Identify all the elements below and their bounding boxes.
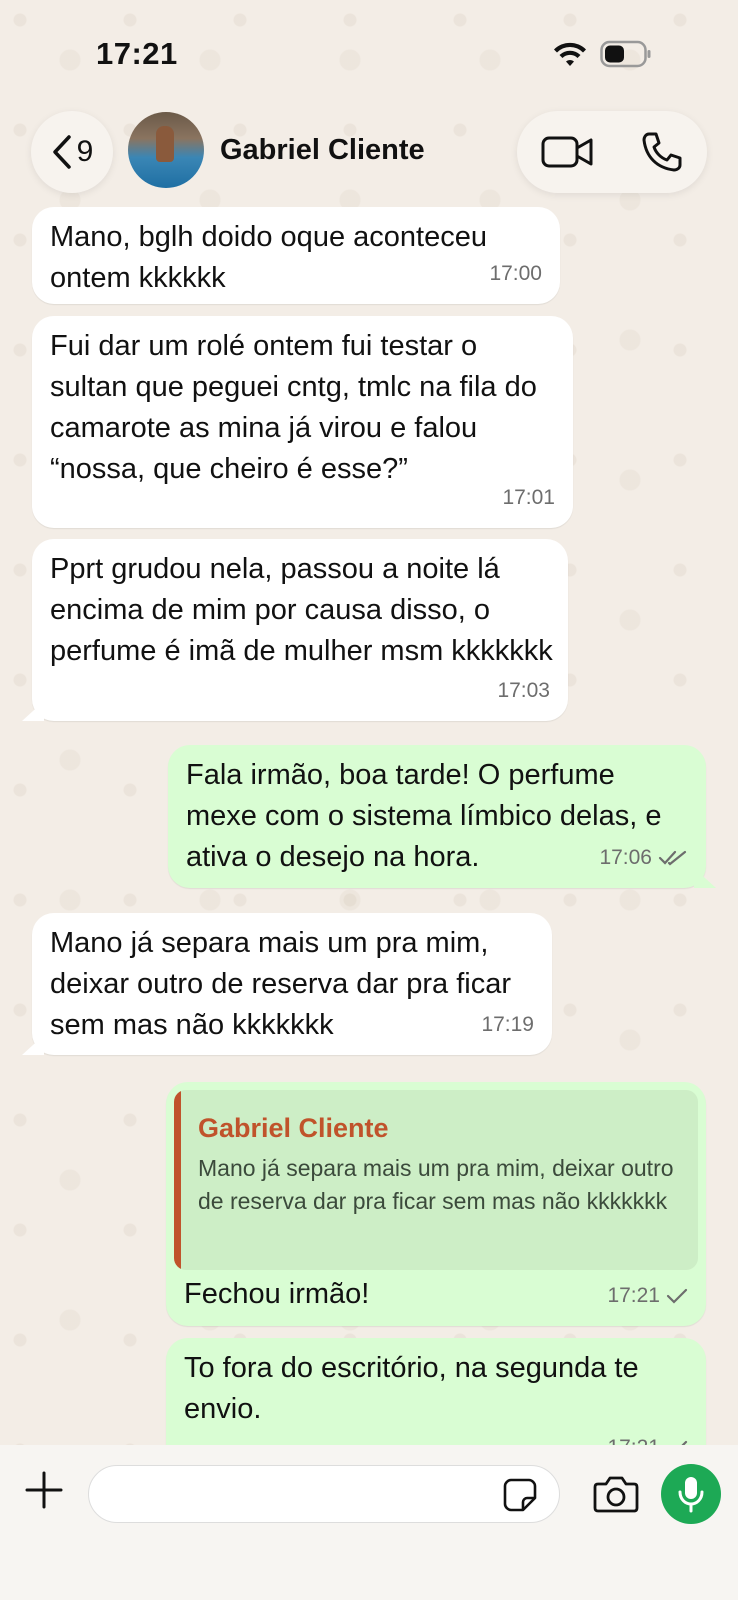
sticker-icon[interactable] <box>502 1477 538 1513</box>
message-time: 17:01 <box>502 486 555 509</box>
check-icon <box>666 1288 688 1304</box>
message-text: Mano já separa mais um pra mim, deixar o… <box>50 927 511 1041</box>
message-outgoing[interactable]: Gabriel Cliente Mano já separa mais um p… <box>166 1082 706 1326</box>
composer-bar <box>0 1445 738 1600</box>
phone-call-icon[interactable] <box>641 131 683 173</box>
battery-icon <box>600 40 651 68</box>
status-bar: 17:21 <box>0 0 738 105</box>
message-text: To fora do escritório, na segunda te env… <box>184 1352 639 1425</box>
chevron-left-icon <box>52 135 71 169</box>
unread-count: 9 <box>76 135 94 168</box>
message-outgoing[interactable]: Fala irmão, boa tarde! O perfume mexe co… <box>168 745 716 888</box>
message-text: Mano, bglh doido oque aconteceu ontem kk… <box>50 221 487 294</box>
microphone-icon <box>678 1477 704 1513</box>
message-time: 17:21 <box>607 1275 688 1316</box>
avatar[interactable] <box>128 112 204 188</box>
message-outgoing[interactable]: To fora do escritório, na segunda te env… <box>166 1338 706 1445</box>
message-time: 17:03 <box>497 679 550 702</box>
mic-button[interactable] <box>661 1464 721 1524</box>
status-time: 17:21 <box>96 36 178 71</box>
bubble-tail <box>22 1035 44 1055</box>
message-incoming[interactable]: Fui dar um rolé ontem fui testar o sulta… <box>32 316 573 528</box>
message-list[interactable]: Mano, bglh doido oque aconteceu ontem kk… <box>0 205 738 1445</box>
bubble-tail <box>22 701 44 721</box>
reply-quote[interactable]: Gabriel Cliente Mano já separa mais um p… <box>174 1090 698 1270</box>
camera-icon[interactable] <box>593 1475 639 1513</box>
message-text: Fui dar um rolé ontem fui testar o sulta… <box>50 330 537 485</box>
bubble-tail <box>694 868 716 888</box>
reply-author: Gabriel Cliente <box>198 1113 389 1143</box>
chat-header: 9 Gabriel Cliente <box>0 108 738 198</box>
avatar-photo <box>156 126 174 162</box>
message-incoming[interactable]: Mano já separa mais um pra mim, deixar o… <box>22 913 552 1055</box>
call-actions <box>517 111 707 193</box>
message-text: Pprt grudou nela, passou a noite lá enci… <box>50 553 553 667</box>
plus-icon[interactable] <box>24 1470 64 1510</box>
message-time: 17:06 <box>599 837 688 878</box>
back-button[interactable]: 9 <box>31 111 113 193</box>
message-input[interactable] <box>88 1465 560 1523</box>
double-check-icon <box>658 850 687 865</box>
message-incoming[interactable]: Pprt grudou nela, passou a noite lá enci… <box>22 539 568 721</box>
reply-text: Mano já separa mais um pra mim, deixar o… <box>198 1155 674 1214</box>
message-time: 17:00 <box>489 262 542 285</box>
message-time: 17:19 <box>481 1013 534 1036</box>
reply-accent-bar <box>174 1090 181 1270</box>
message-text: Fechou irmão! <box>184 1278 370 1310</box>
message-time: 17:21 <box>607 1427 688 1445</box>
video-call-icon[interactable] <box>541 133 593 171</box>
contact-name[interactable]: Gabriel Cliente <box>220 134 425 167</box>
wifi-icon <box>554 42 586 66</box>
message-incoming[interactable]: Mano, bglh doido oque aconteceu ontem kk… <box>32 207 560 304</box>
